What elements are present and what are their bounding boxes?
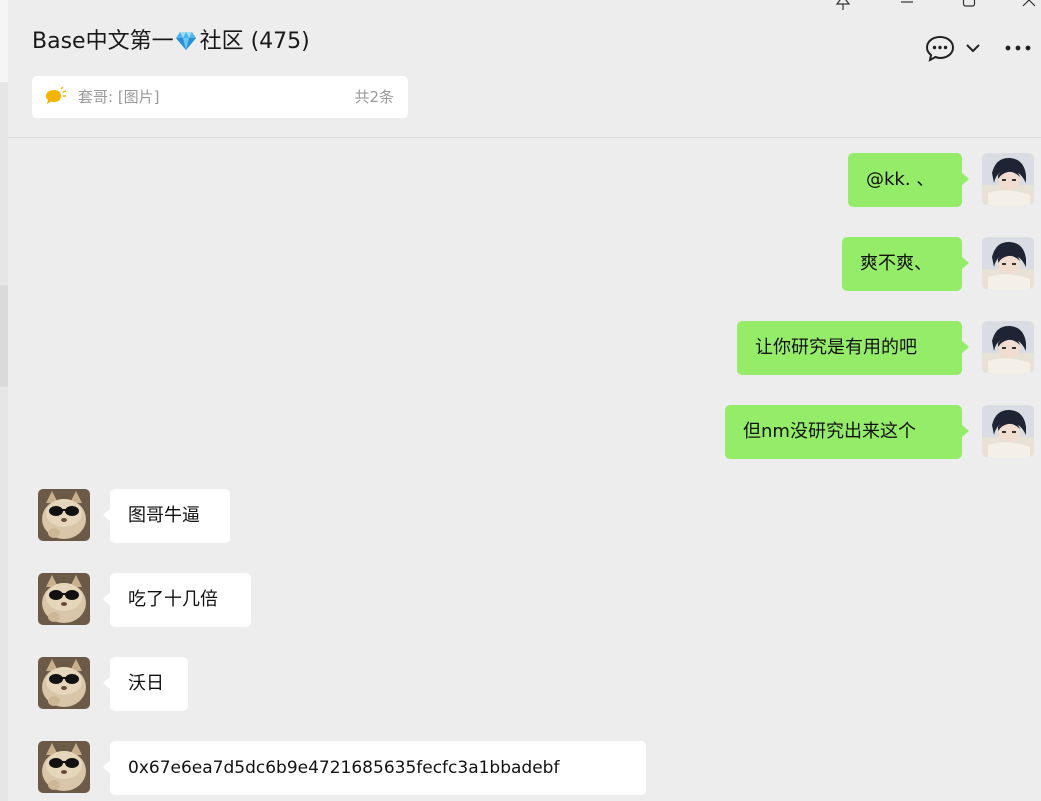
avatar[interactable] <box>38 573 90 625</box>
more-icon <box>1005 45 1031 51</box>
close-icon[interactable] <box>1017 0 1041 12</box>
chat-title-prefix: Base中文第一 <box>32 29 174 54</box>
message-row: 让你研究是有用的吧 <box>0 321 1041 375</box>
message-bubble[interactable]: 爽不爽、 <box>842 237 969 291</box>
message-bubble[interactable]: 吃了十几倍 <box>103 573 251 627</box>
left-panel-edge-top <box>0 0 8 82</box>
notice-text: 套哥: [图片] <box>78 88 160 106</box>
message-bubble[interactable]: 0x67e6ea7d5dc6b9e4721685635fecfc3a1bbade… <box>103 741 646 795</box>
message-bubble[interactable]: 图哥牛逼 <box>103 489 230 543</box>
minimize-icon[interactable] <box>895 0 919 12</box>
notice-count: 共2条 <box>354 88 394 106</box>
chat-header: Base中文第一 社区 (475) 套哥: [图片] 共2条 <box>8 0 1041 138</box>
chat-title: Base中文第一 社区 (475) <box>32 28 310 56</box>
avatar[interactable] <box>38 741 90 793</box>
chat-title-suffix: 社区 (475) <box>199 29 310 54</box>
message-row: 爽不爽、 <box>0 237 1041 291</box>
message-row: 0x67e6ea7d5dc6b9e4721685635fecfc3a1bbade… <box>0 741 1041 795</box>
more-options-button[interactable] <box>1003 38 1035 58</box>
message-row: 吃了十几倍 <box>0 573 1041 627</box>
chat-info-button[interactable] <box>925 34 955 62</box>
avatar[interactable] <box>982 321 1034 373</box>
message-bubble[interactable]: 沃日 <box>103 657 188 711</box>
chat-bubble-icon <box>925 35 955 62</box>
message-row: @kk. 、 <box>0 153 1041 207</box>
message-bubble[interactable]: 让你研究是有用的吧 <box>737 321 969 375</box>
message-bubble[interactable]: 但nm没研究出来这个 <box>725 405 969 459</box>
gem-icon <box>175 32 196 50</box>
avatar[interactable] <box>38 657 90 709</box>
avatar[interactable] <box>982 237 1034 289</box>
message-bubble[interactable]: @kk. 、 <box>848 153 969 207</box>
pinned-notice[interactable]: 套哥: [图片] 共2条 <box>32 76 408 118</box>
message-row: 图哥牛逼 <box>0 489 1041 543</box>
chat-menu-toggle[interactable] <box>963 38 983 58</box>
announcement-icon <box>46 87 66 104</box>
maximize-icon[interactable] <box>957 0 981 12</box>
pin-icon[interactable] <box>831 0 855 12</box>
avatar[interactable] <box>982 405 1034 457</box>
chevron-down-icon <box>966 44 980 53</box>
avatar[interactable] <box>38 489 90 541</box>
message-row: 沃日 <box>0 657 1041 711</box>
avatar[interactable] <box>982 153 1034 205</box>
message-row: 但nm没研究出来这个 <box>0 405 1041 459</box>
